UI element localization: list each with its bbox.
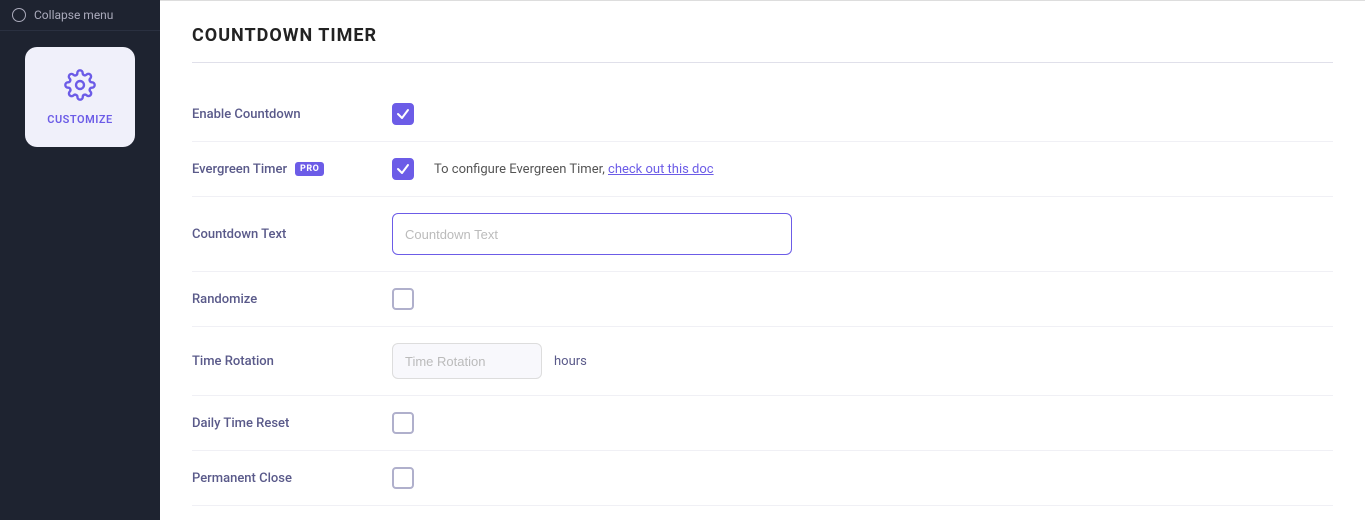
- countdown-text-input[interactable]: [392, 213, 792, 255]
- permanent-close-checkbox[interactable]: [392, 467, 414, 489]
- customize-label: CUSTOMIZE: [47, 113, 112, 126]
- permanent-close-row: Permanent Close: [192, 451, 1333, 506]
- page-title: COUNTDOWN TIMER: [192, 25, 1333, 63]
- evergreen-note: To configure Evergreen Timer, check out …: [434, 162, 714, 177]
- randomize-checkbox[interactable]: [392, 288, 414, 310]
- countdown-text-label: Countdown Text: [192, 227, 392, 242]
- time-rotation-unit: hours: [554, 354, 587, 369]
- time-rotation-label: Time Rotation: [192, 354, 392, 369]
- content-area: COUNTDOWN TIMER Enable Countdown Evergre…: [160, 1, 1365, 520]
- enable-countdown-checkbox[interactable]: [392, 103, 414, 125]
- gear-icon: [64, 69, 96, 105]
- pro-badge: PRO: [295, 162, 324, 176]
- randomize-row: Randomize: [192, 272, 1333, 327]
- sidebar: Collapse menu CUSTOMIZE: [0, 0, 160, 520]
- evergreen-timer-control: To configure Evergreen Timer, check out …: [392, 158, 1333, 180]
- enable-countdown-row: Enable Countdown: [192, 87, 1333, 142]
- enable-countdown-control: [392, 103, 1333, 125]
- daily-time-reset-checkbox[interactable]: [392, 412, 414, 434]
- time-rotation-row: Time Rotation hours: [192, 327, 1333, 396]
- permanent-close-control: [392, 467, 1333, 489]
- evergreen-timer-checkbox[interactable]: [392, 158, 414, 180]
- daily-time-reset-label: Daily Time Reset: [192, 416, 392, 431]
- collapse-menu-label: Collapse menu: [34, 8, 113, 22]
- randomize-label: Randomize: [192, 292, 392, 307]
- time-rotation-control: hours: [392, 343, 1333, 379]
- evergreen-timer-row: Evergreen Timer PRO To configure Evergre…: [192, 142, 1333, 197]
- evergreen-timer-label: Evergreen Timer PRO: [192, 162, 392, 177]
- countdown-text-row: Countdown Text: [192, 197, 1333, 272]
- enable-countdown-label: Enable Countdown: [192, 107, 392, 122]
- daily-time-reset-control: [392, 412, 1333, 434]
- circle-icon: [12, 8, 26, 22]
- permanent-close-label: Permanent Close: [192, 471, 392, 486]
- daily-time-reset-row: Daily Time Reset: [192, 396, 1333, 451]
- customize-card[interactable]: CUSTOMIZE: [25, 47, 135, 147]
- randomize-control: [392, 288, 1333, 310]
- collapse-menu-button[interactable]: Collapse menu: [0, 0, 160, 31]
- countdown-text-control: [392, 213, 1333, 255]
- time-rotation-input[interactable]: [392, 343, 542, 379]
- main-content: COUNTDOWN TIMER Enable Countdown Evergre…: [160, 0, 1365, 520]
- evergreen-doc-link[interactable]: check out this doc: [608, 162, 714, 177]
